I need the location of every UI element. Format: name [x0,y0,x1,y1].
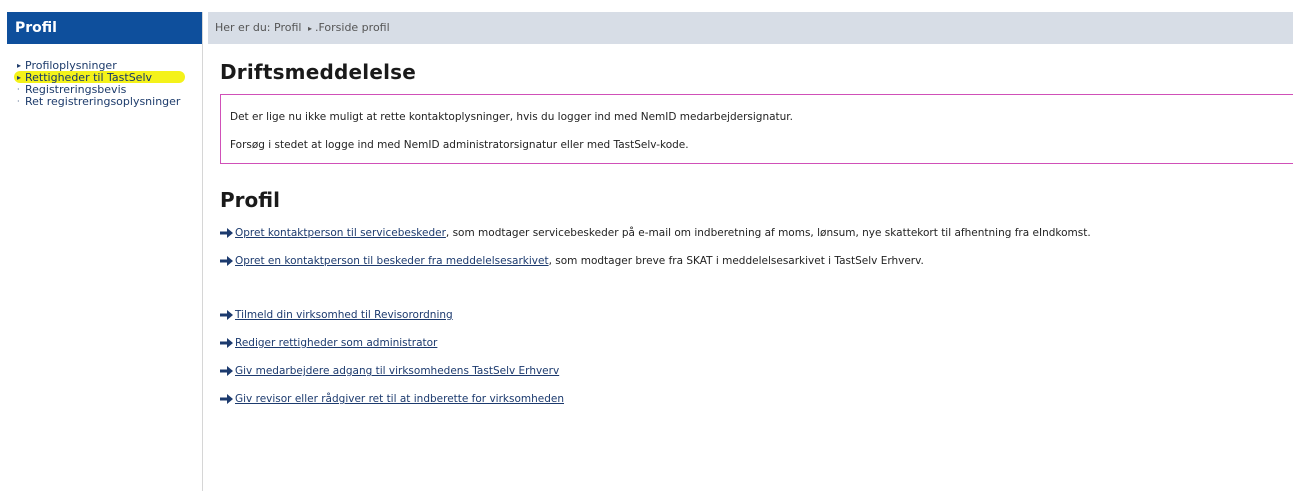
breadcrumb-separator-icon: ▸ [307,24,312,33]
link-rediger-rettigheder[interactable]: Rediger rettigheder som administrator [235,337,437,349]
link-kontaktperson-servicebeskeder[interactable]: Opret kontaktperson til servicebeskeder [235,227,446,239]
arrow-right-icon [220,256,233,266]
link-kontaktperson-meddelelsesarkiv[interactable]: Opret en kontaktperson til beskeder fra … [235,255,549,267]
link-medarbejdere-adgang[interactable]: Giv medarbejdere adgang til virksomheden… [235,365,559,377]
link-description: , som modtager servicebeskeder på e-mail… [445,227,1091,239]
sidebar-item-registreringsbevis[interactable]: · Registreringsbevis [17,83,202,96]
notice-line-2: Forsøg i stedet at logge ind med NemID a… [230,139,689,151]
arrow-right-icon [220,394,233,404]
profil-link-row: Tilmeld din virksomhed til Revisorordnin… [220,309,453,321]
sidebar-item-ret-registrering[interactable]: · Ret registreringsoplysninger [17,94,202,108]
profil-link-row: Giv revisor eller rådgiver ret til at in… [220,393,564,405]
profil-link-row: Opret kontaktperson til servicebeskeder … [220,227,1091,239]
link-revisor-raadgiver[interactable]: Giv revisor eller rådgiver ret til at in… [235,393,564,405]
breadcrumb-prefix: Her er du: [215,21,271,34]
notice-line-1: Det er lige nu ikke muligt at rette kont… [230,111,793,123]
link-description: , som modtager breve fra SKAT i meddelel… [548,255,924,267]
sidebar-title: Profil [7,12,202,44]
sidebar-item-rettigheder[interactable]: ▸ Rettigheder til TastSelv [14,71,185,84]
arrow-right-icon [220,228,233,238]
sidebar-item-label: Ret registreringsoplysninger [25,94,181,108]
profil-heading: Profil [220,188,280,212]
dot-icon: · [17,96,20,106]
main-content: Driftsmeddelelse Det er lige nu ikke mul… [220,60,1293,405]
notice-heading: Driftsmeddelelse [220,60,417,84]
breadcrumb-item-profil[interactable]: Profil [274,21,301,34]
arrow-right-icon [220,310,233,320]
sidebar-item-profiloplysninger[interactable]: ▸ Profiloplysninger [17,59,202,72]
profil-link-row: Giv medarbejdere adgang til virksomheden… [220,365,559,377]
breadcrumb: Her er du: Profil ▸ .Forside profil [208,12,1293,44]
notice-box: Det er lige nu ikke muligt at rette kont… [220,94,1293,164]
sidebar-nav: ▸ Profiloplysninger ▸ Rettigheder til Ta… [7,44,202,108]
arrow-right-icon [220,338,233,348]
arrow-right-icon [220,366,233,376]
link-revisorordning[interactable]: Tilmeld din virksomhed til Revisorordnin… [235,309,453,321]
sidebar: Profil ▸ Profiloplysninger ▸ Rettigheder… [7,12,203,491]
profil-link-row: Rediger rettigheder som administrator [220,337,437,349]
breadcrumb-item-forside[interactable]: .Forside profil [315,21,390,34]
profil-link-row: Opret en kontaktperson til beskeder fra … [220,255,924,267]
